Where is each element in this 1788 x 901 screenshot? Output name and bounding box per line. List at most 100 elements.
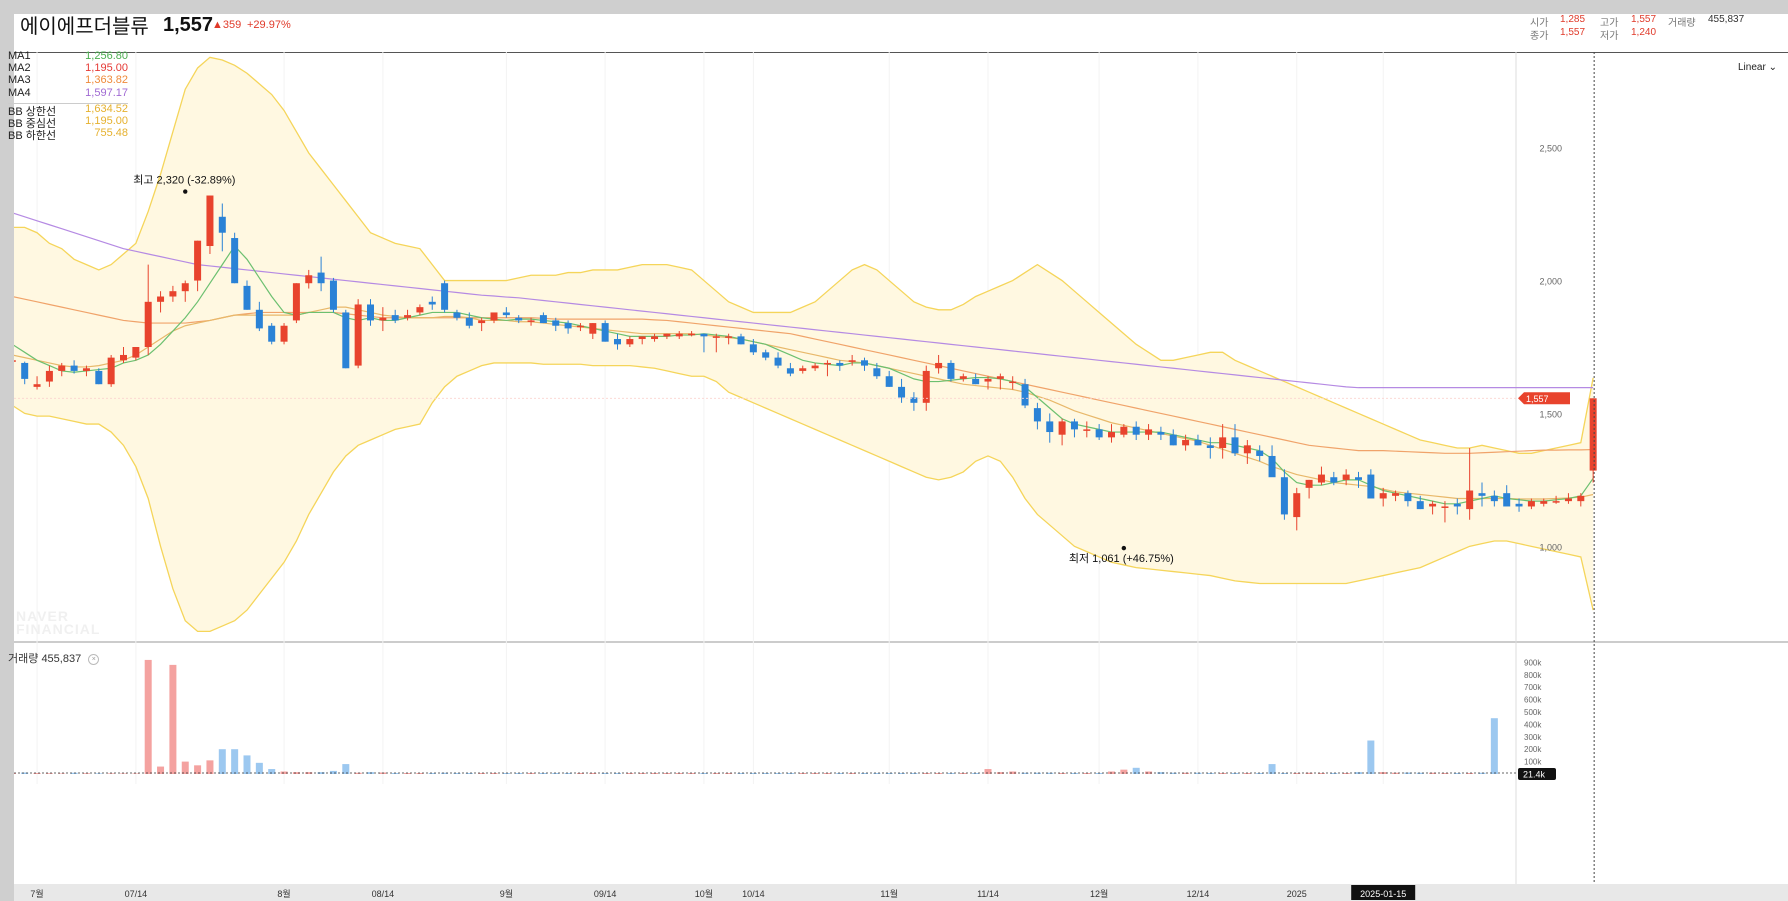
y-tick-label: 1,500 (1539, 409, 1562, 419)
annotation-dot (1121, 545, 1127, 551)
candle-body (947, 362, 955, 379)
bollinger-band-fill (14, 57, 1594, 632)
legend-value: 755.48 (94, 127, 128, 140)
candle-body (144, 301, 152, 347)
candle-body (1194, 440, 1202, 446)
x-tick-label: 10월 (695, 888, 713, 899)
scale-mode-button[interactable]: Linear ⌄ (1738, 62, 1777, 73)
candle-body (1515, 503, 1523, 507)
candle-body (1219, 437, 1227, 448)
annotation-label: 최고 2,320 (-32.89%) (133, 174, 235, 187)
x-tick-label: 11/14 (977, 889, 999, 899)
candle-body (1157, 432, 1165, 435)
x-tick-label: 8월 (277, 888, 290, 899)
candle-body (1478, 493, 1486, 496)
candle-body (1416, 501, 1424, 510)
candle-body (465, 317, 473, 326)
candle-body (107, 357, 115, 385)
y-tick-label: 2,000 (1539, 277, 1562, 287)
candle-body (774, 357, 782, 366)
candle-body (515, 317, 523, 321)
volume-tick-label: 800k (1524, 671, 1542, 680)
candle-body (453, 312, 461, 318)
candle-body (416, 307, 424, 313)
legend-value: 1,256.80 (85, 50, 128, 62)
candle-body (157, 296, 165, 302)
candle-body (490, 312, 498, 321)
candle-body (1379, 493, 1387, 499)
candle-body (1009, 381, 1017, 384)
candle-body (1577, 495, 1585, 502)
volume-bar (206, 760, 214, 774)
price-chart[interactable]: 최고 2,320 (-32.89%) 최저 1,061 (+46.75%) 2,50… (14, 14, 1788, 901)
volume-tick-label: 700k (1524, 683, 1542, 692)
volume-bar (1367, 740, 1375, 774)
candle-body (317, 272, 325, 284)
x-tick-label: 11월 (880, 888, 898, 899)
x-tick-label: 12/14 (1187, 889, 1210, 899)
candle-body (1503, 493, 1511, 507)
candle-body (243, 285, 251, 310)
candle-body (1021, 384, 1029, 406)
x-tick-label: 09/14 (594, 889, 617, 899)
candle-body (1293, 493, 1301, 518)
candle-body (626, 339, 634, 345)
candle-body (996, 376, 1004, 379)
candle-body (762, 352, 770, 358)
candle-body (181, 283, 189, 292)
candle-body (1392, 493, 1400, 496)
x-tick-label: 07/14 (125, 889, 148, 899)
candle-body (700, 333, 708, 337)
candle-body (280, 325, 288, 342)
candle-body (527, 320, 535, 322)
volume-tick-label: 200k (1524, 745, 1542, 754)
candle-body (848, 360, 856, 362)
candle-body (1132, 426, 1140, 435)
volume-bar (181, 761, 189, 774)
candle-body (1342, 474, 1350, 480)
candle-body (651, 336, 659, 340)
candle-body (1317, 474, 1325, 483)
chevron-down-icon: ⌄ (1768, 62, 1777, 73)
candle-body (823, 362, 831, 365)
volume-bar (255, 762, 263, 774)
candle-body (1466, 490, 1474, 510)
volume-bar (1490, 718, 1498, 774)
candle-body (120, 354, 127, 361)
candle-body (367, 304, 374, 321)
volume-tick-label: 500k (1524, 708, 1542, 717)
candle-body (1305, 479, 1313, 488)
candle-body (1540, 501, 1548, 504)
candle-body (404, 315, 412, 318)
candle-body (1330, 477, 1338, 483)
volume-bar (107, 773, 115, 774)
candle-body (95, 370, 103, 385)
annotation-label: 최저 1,061 (+46.75%) (1069, 552, 1174, 565)
y-tick-label: 2,500 (1539, 144, 1562, 154)
candle-body (1441, 506, 1449, 508)
candle-body (984, 378, 992, 382)
candle-body (836, 362, 844, 366)
candle-body (898, 386, 906, 398)
candle-body (749, 344, 757, 353)
candle-body (231, 238, 239, 284)
candle-body (1453, 503, 1461, 507)
volume-last-tag: 21.4k (1523, 770, 1546, 780)
legend-value: 1,634.52 (85, 102, 128, 115)
candle-body (1108, 432, 1115, 438)
candle-body (428, 301, 436, 305)
candle-body (1046, 421, 1054, 433)
candle-body (799, 368, 807, 371)
candle-body (663, 333, 671, 337)
candle-body (737, 336, 745, 345)
candle-body (972, 378, 980, 385)
volume-panel-label: 거래량 455,837 × (8, 650, 100, 666)
candle-body (21, 362, 29, 379)
volume-tick-label: 400k (1524, 720, 1542, 729)
x-tick-label: 12월 (1090, 888, 1108, 899)
annotation-dot (183, 189, 188, 194)
close-icon[interactable]: × (88, 653, 100, 665)
candle-body (959, 376, 967, 379)
candle-body (305, 275, 313, 284)
candle-body (70, 365, 78, 371)
